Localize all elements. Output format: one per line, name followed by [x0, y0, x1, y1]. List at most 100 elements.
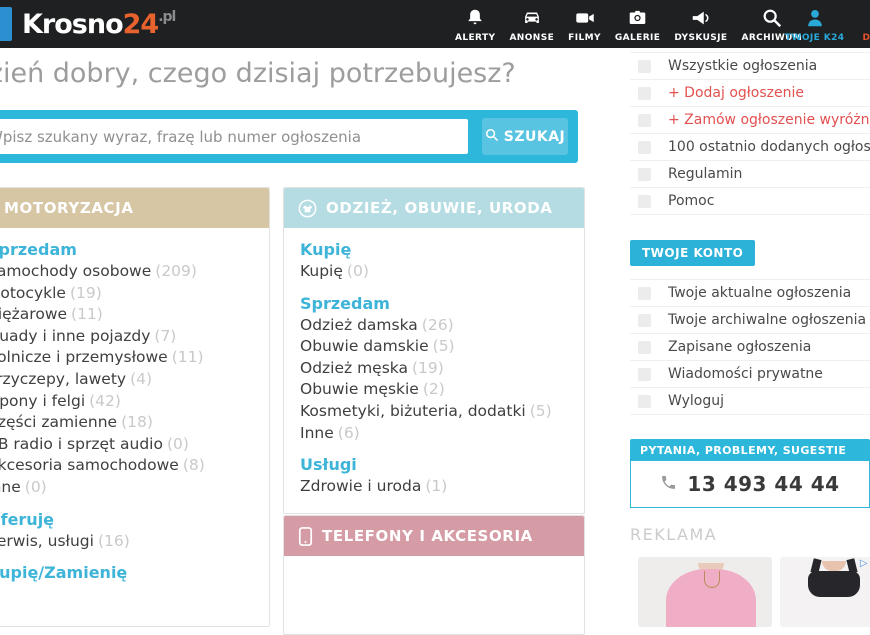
right-sidebar: Wszystkie ogłoszenia + Dodaj ogłoszenie + … [630, 52, 870, 627]
nav-item-daj-cynk[interactable]: DAJ CYNK [853, 6, 870, 43]
category-count: (26) [422, 316, 454, 334]
search-input[interactable] [0, 119, 468, 154]
account-nav: TWOJE K24 DAJ CYNK [776, 6, 870, 43]
bullet-square-icon [638, 287, 651, 300]
category-group-header[interactable]: Sprzedam [300, 293, 574, 315]
category-count: (42) [89, 392, 121, 410]
bullet-square-icon [638, 168, 651, 181]
category-group-header[interactable]: Kupię/Zamienię [0, 562, 259, 584]
contact-phone-number: 13 493 44 44 [687, 472, 839, 496]
category-link[interactable]: Zdrowie i uroda(1) [300, 476, 574, 498]
adchoices-icon[interactable]: ▷✕ [860, 558, 870, 569]
category-link-label: Opony i felgi [0, 392, 85, 410]
sidebar-item-pomoc[interactable]: Pomoc [630, 188, 870, 215]
category-count: (1) [425, 477, 447, 495]
category-link-label: Zdrowie i uroda [300, 477, 421, 495]
category-link-label: Inne [300, 424, 334, 442]
sidebar-item-label: + Zamów ogłoszenie wyróżnione [668, 112, 870, 128]
category-link[interactable]: Części zamienne(18) [0, 412, 259, 434]
category-count: (16) [98, 532, 130, 550]
category-link-label: Inne [0, 478, 21, 496]
category-link-label: Samochody osobowe [0, 262, 151, 280]
category-link[interactable]: CB radio i sprzęt audio(0) [0, 434, 259, 456]
category-link[interactable]: Odzież damska(26) [300, 315, 574, 337]
category-group-header[interactable]: Sprzedam [0, 239, 259, 261]
category-group-header[interactable]: Kupię [300, 239, 574, 261]
category-group-header[interactable]: Usługi [300, 454, 574, 476]
ad-image[interactable] [638, 557, 772, 627]
nav-item-label: DAJ CYNK [862, 33, 870, 43]
category-link[interactable]: Serwis, usługi(16) [0, 531, 259, 553]
sidebar-item-wyloguj[interactable]: Wyloguj [630, 388, 870, 415]
sidebar-item-regulamin[interactable]: Regulamin [630, 161, 870, 188]
category-header-motoryzacja[interactable]: MOTORYZACJA [0, 188, 269, 228]
logo-number: 24 [123, 9, 159, 40]
category-link[interactable]: Ciężarowe(11) [0, 304, 259, 326]
category-link-label: Serwis, usługi [0, 532, 94, 550]
category-link-label: CB radio i sprzęt audio [0, 435, 163, 453]
sidebar-item-twoje-archiwalne-ogłoszenia[interactable]: Twoje archiwalne ogłoszenia [630, 307, 870, 334]
category-link-label: Kupię [300, 262, 343, 280]
sidebar-item-zamów-ogłoszenie-wyróżnione[interactable]: + Zamów ogłoszenie wyróżnione [630, 107, 870, 134]
category-header-odziez[interactable]: ODZIEŻ, OBUWIE, URODA [284, 188, 584, 228]
sidebar-item-label: Pomoc [668, 193, 714, 209]
category-count: (7) [154, 327, 176, 345]
car-icon [520, 6, 544, 30]
category-link[interactable]: Rolnicze i przemysłowe(11) [0, 347, 259, 369]
your-account-button[interactable]: TWOJE KONTO [630, 240, 755, 266]
category-link[interactable]: Akcesoria samochodowe(8) [0, 455, 259, 477]
category-count: (0) [25, 478, 47, 496]
category-link[interactable]: Kupię(0) [300, 261, 574, 283]
category-link[interactable]: Odzież męska(19) [300, 358, 574, 380]
category-link[interactable]: Motocykle(19) [0, 283, 259, 305]
category-card-odziez: ODZIEŻ, OBUWIE, URODA KupięKupię(0) Sprze… [283, 187, 585, 514]
nav-item-anonse[interactable]: ANONSE [502, 6, 561, 43]
sidebar-links: Wszystkie ogłoszenia + Dodaj ogłoszenie + … [630, 52, 870, 215]
category-link[interactable]: Przyczepy, lawety(4) [0, 369, 259, 391]
sidebar-item-dodaj-ogłoszenie[interactable]: + Dodaj ogłoszenie [630, 80, 870, 107]
sidebar-item-label: Twoje archiwalne ogłoszenia [668, 312, 866, 328]
nav-item-label: TWOJE K24 [785, 33, 844, 43]
nav-item-dyskusje[interactable]: DYSKUSJE [667, 6, 734, 43]
bullet-square-icon [638, 395, 651, 408]
category-count: (19) [412, 359, 444, 377]
nav-item-twoje-k24[interactable]: TWOJE K24 [776, 6, 853, 43]
nav-item-filmy[interactable]: FILMY [561, 6, 608, 43]
category-link[interactable]: Quady i inne pojazdy(7) [0, 326, 259, 348]
nav-item-galerie[interactable]: GALERIE [608, 6, 667, 43]
search-button[interactable]: SZUKAJ [482, 118, 568, 155]
site-logo[interactable]: Krosno24.pl [0, 7, 175, 41]
sidebar-item-label: 100 ostatnio dodanych ogłoszeń [668, 139, 870, 155]
sidebar-account-links: Twoje aktualne ogłoszenia Twoje archiwaln… [630, 279, 870, 415]
sidebar-item-wszystkie-ogłoszenia[interactable]: Wszystkie ogłoszenia [630, 52, 870, 80]
sidebar-item-zapisane-ogłoszenia[interactable]: Zapisane ogłoszenia [630, 334, 870, 361]
category-link[interactable]: Inne(0) [0, 477, 259, 499]
category-card-motoryzacja: MOTORYZACJA SprzedamSamochody osobowe(20… [0, 187, 270, 627]
nav-item-label: FILMY [568, 33, 601, 43]
category-link[interactable]: Inne(6) [300, 423, 574, 445]
category-link[interactable]: Obuwie męskie(2) [300, 379, 574, 401]
sidebar-item-wiadomości-prywatne[interactable]: Wiadomości prywatne [630, 361, 870, 388]
sidebar-item-twoje-aktualne-ogłoszenia[interactable]: Twoje aktualne ogłoszenia [630, 279, 870, 307]
category-group: OferujęSerwis, usługi(16) [0, 509, 259, 553]
category-link[interactable]: Samochody osobowe(209) [0, 261, 259, 283]
bullet-square-icon [638, 341, 651, 354]
photo-camera-icon [626, 6, 649, 30]
category-link[interactable]: Kosmetyki, biżuteria, dodatki(5) [300, 401, 574, 423]
sidebar-item-100-ostatnio-dodanych-ogłoszeń[interactable]: 100 ostatnio dodanych ogłoszeń [630, 134, 870, 161]
category-body: KupięKupię(0)SprzedamOdzież damska(26)Ob… [284, 228, 584, 510]
ad-image[interactable] [780, 557, 870, 627]
category-link-label: Przyczepy, lawety [0, 370, 126, 388]
sidebar-item-label: Wszystkie ogłoszenia [668, 58, 817, 74]
nav-item-alerty[interactable]: ALERTY [448, 6, 502, 43]
category-link-label: Ciężarowe [0, 305, 67, 323]
search-icon [485, 128, 499, 146]
category-link[interactable]: Obuwie damskie(5) [300, 336, 574, 358]
tshirt-icon [298, 199, 317, 218]
nav-item-label: GALERIE [615, 33, 660, 43]
category-group-header[interactable]: Oferuję [0, 509, 259, 531]
category-header-telefony[interactable]: TELEFONY I AKCESORIA [284, 516, 584, 556]
category-link[interactable]: Opony i felgi(42) [0, 391, 259, 413]
bullet-square-icon [638, 114, 651, 127]
category-body [284, 556, 584, 579]
